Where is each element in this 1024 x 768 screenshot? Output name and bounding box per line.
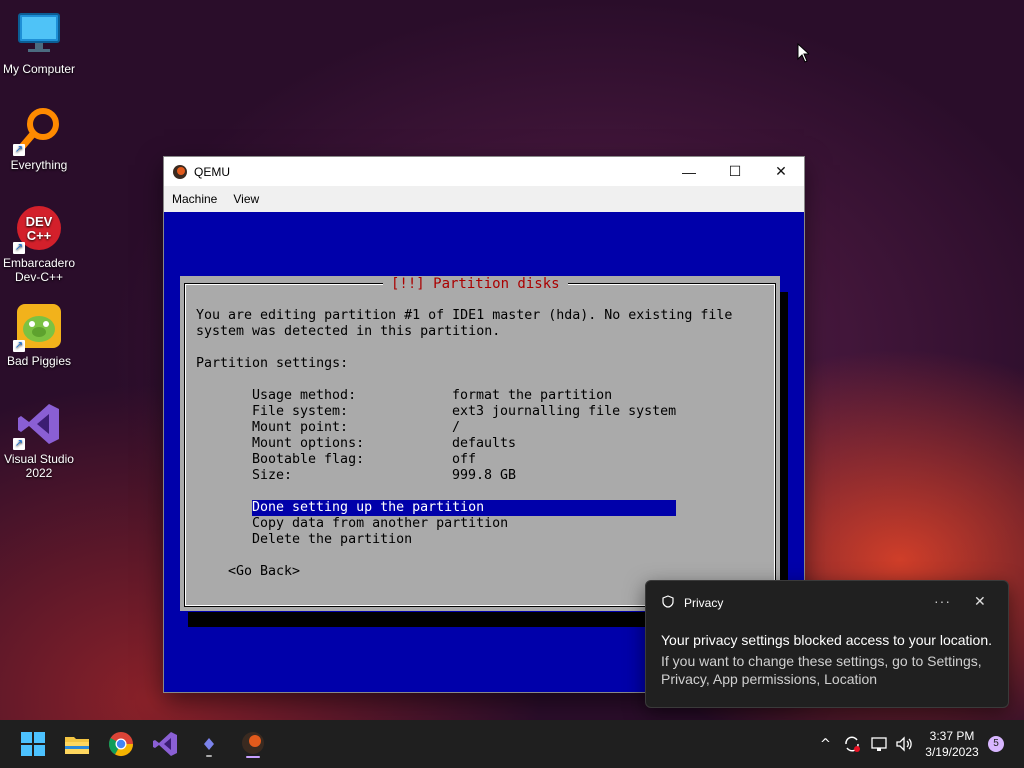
setting-value: off <box>452 452 477 467</box>
notification-detail: If you want to change these settings, go… <box>661 653 982 687</box>
desktop-icon-my-computer[interactable]: My Computer <box>0 10 78 76</box>
file-explorer-icon[interactable] <box>63 730 91 758</box>
window-title: QEMU <box>194 164 230 179</box>
notification-app-name: Privacy <box>684 596 724 610</box>
chrome-icon[interactable] <box>107 730 135 758</box>
notification-count-badge[interactable]: 5 <box>988 736 1004 752</box>
go-back-button[interactable]: <Go Back> <box>228 564 300 580</box>
shortcut-arrow-icon: ↗ <box>13 340 25 352</box>
mouse-cursor-icon <box>797 42 811 67</box>
setting-value: 999.8 GB <box>452 468 517 483</box>
notification-message: Your privacy settings blocked access to … <box>661 632 992 648</box>
partition-dialog: [!!] Partition disks You are editing par… <box>180 276 780 611</box>
taskbar: ^ 3:37 PM 3/19/2023 <box>0 720 1024 768</box>
monitor-icon <box>15 10 63 58</box>
dialog-intro-line: system was detected in this partition. <box>196 324 501 339</box>
desktop-icon-label: My Computer <box>2 62 76 76</box>
qemu-app-icon <box>172 164 188 180</box>
menubar: Machine View <box>164 186 804 212</box>
action-copy-data[interactable]: Copy data from another partition <box>252 516 508 532</box>
clock-date: 3/19/2023 <box>925 745 979 759</box>
shortcut-arrow-icon: ↗ <box>13 144 25 156</box>
setting-key: Bootable flag: <box>252 452 365 467</box>
dialog-intro-line: You are editing partition #1 of IDE1 mas… <box>196 308 733 323</box>
shield-icon <box>662 595 674 611</box>
action-delete-partition[interactable]: Delete the partition <box>252 532 412 548</box>
visual-studio-taskbar-icon[interactable] <box>151 730 179 758</box>
window-titlebar[interactable]: QEMU — ☐ ✕ <box>164 157 804 186</box>
volume-icon[interactable] <box>894 734 914 754</box>
privacy-notification[interactable]: Privacy ··· ✕ Your privacy settings bloc… <box>645 580 1009 708</box>
action-done-setting-up[interactable]: Done setting up the partition <box>252 500 676 516</box>
desktop-icon-label: Everything <box>10 158 68 172</box>
visual-studio-icon: ↗ <box>13 400 63 450</box>
desktop-icon-label: Embarcadero Dev-C++ <box>2 256 76 284</box>
clock-time: 3:37 PM <box>929 729 975 743</box>
shortcut-arrow-icon: ↗ <box>13 438 25 450</box>
desktop-icon-label: Visual Studio 2022 <box>4 452 74 480</box>
setting-value: defaults <box>452 436 517 451</box>
maximize-button[interactable]: ☐ <box>712 157 758 186</box>
windows-start-icon[interactable] <box>19 730 47 758</box>
close-button[interactable]: ✕ <box>758 157 804 186</box>
desktop-icon-label: Bad Piggies <box>6 354 72 368</box>
desktop-icon-visual-studio[interactable]: ↗ Visual Studio 2022 <box>0 400 78 480</box>
close-icon[interactable]: ✕ <box>974 593 986 610</box>
setting-key: Size: <box>252 468 293 483</box>
setting-value: format the partition <box>452 388 613 403</box>
desktop-icon-everything[interactable]: ↗ Everything <box>0 106 78 172</box>
dialog-shadow <box>780 292 788 627</box>
magnifier-icon: ↗ <box>13 106 63 156</box>
show-hidden-icons-chevron-icon[interactable]: ^ <box>820 720 831 768</box>
more-options-icon[interactable]: ··· <box>934 593 951 609</box>
notification-header: Privacy <box>662 595 723 611</box>
taskbar-clock[interactable]: 3:37 PM 3/19/2023 <box>920 728 984 760</box>
dialog-title: [!!] Partition disks <box>383 276 568 292</box>
network-icon[interactable] <box>870 734 890 754</box>
settings-heading: Partition settings: <box>196 356 349 371</box>
setting-key: Mount options: <box>252 436 365 451</box>
menu-view[interactable]: View <box>233 192 259 206</box>
menu-machine[interactable]: Machine <box>172 192 217 206</box>
setting-key: Usage method: <box>252 388 357 403</box>
devcpp-icon: DEV C++ ↗ <box>13 204 63 254</box>
qemu-taskbar-icon[interactable] <box>239 730 267 758</box>
desktop-icon-devcpp[interactable]: DEV C++ ↗ Embarcadero Dev-C++ <box>0 204 78 284</box>
minimize-button[interactable]: — <box>666 157 712 186</box>
teams-chat-icon[interactable] <box>195 730 223 758</box>
desktop-icon-bad-piggies[interactable]: ↗ Bad Piggies <box>0 302 78 368</box>
svg-text:DEV: DEV <box>26 214 53 229</box>
pig-icon: ↗ <box>13 302 63 352</box>
setting-value: / <box>452 420 461 435</box>
sync-icon[interactable] <box>842 734 862 754</box>
setting-key: File system: <box>252 404 349 419</box>
setting-value: ext3 journalling file system <box>452 404 677 419</box>
shortcut-arrow-icon: ↗ <box>13 242 25 254</box>
svg-text:C++: C++ <box>27 228 52 243</box>
setting-key: Mount point: <box>252 420 349 435</box>
